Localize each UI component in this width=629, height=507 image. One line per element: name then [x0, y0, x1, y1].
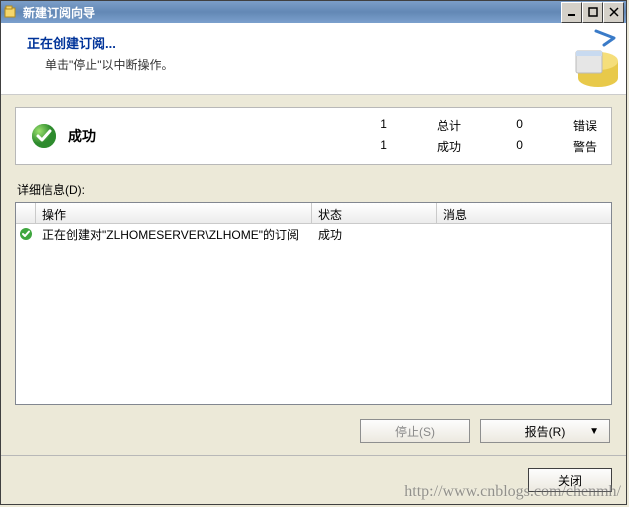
success-icon	[30, 122, 58, 150]
maximize-button[interactable]	[582, 2, 603, 23]
header-graphic-icon	[546, 23, 626, 94]
column-header-status[interactable]: 状态	[312, 203, 437, 223]
dropdown-arrow-icon: ▼	[589, 426, 599, 437]
close-dialog-button[interactable]: 关闭	[528, 468, 612, 492]
wizard-window: 新建订阅向导 正在创建订阅... 单击"停止"以中断操作。	[0, 0, 627, 505]
minimize-button[interactable]	[561, 2, 582, 23]
stat-success-label: 成功	[437, 138, 461, 155]
stat-warning-num: 0	[511, 138, 523, 155]
row-status: 成功	[312, 226, 437, 243]
column-header-message[interactable]: 消息	[437, 203, 611, 223]
details-label: 详细信息(D):	[17, 181, 612, 198]
column-header-icon[interactable]	[16, 203, 36, 223]
row-action: 正在创建对"ZLHOMESERVER\ZLHOME"的订阅	[36, 226, 312, 243]
row-success-icon	[16, 227, 36, 241]
table-body: 正在创建对"ZLHOMESERVER\ZLHOME"的订阅 成功	[16, 224, 611, 404]
action-button-row: 停止(S) 报告(R) ▼	[15, 405, 612, 445]
app-icon	[3, 4, 19, 20]
report-button-label: 报告(R)	[525, 423, 566, 440]
stat-success-num: 1	[375, 138, 387, 155]
column-header-action[interactable]: 操作	[36, 203, 312, 223]
header-subtitle: 单击"停止"以中断操作。	[27, 56, 610, 73]
stat-error-num: 0	[511, 117, 523, 134]
details-table: 操作 状态 消息 正在创建对"ZLHOMESERVER\ZLHOME"的订阅 成…	[15, 202, 612, 405]
summary-status-label: 成功	[68, 126, 365, 146]
window-title: 新建订阅向导	[23, 4, 561, 21]
stop-button-label: 停止(S)	[395, 423, 435, 440]
summary-box: 成功 1 总计 0 错误 1 成功 0 警告	[15, 107, 612, 165]
stat-error-label: 错误	[573, 117, 597, 134]
stat-warning-label: 警告	[573, 138, 597, 155]
wizard-header: 正在创建订阅... 单击"停止"以中断操作。	[1, 23, 626, 95]
titlebar: 新建订阅向导	[1, 1, 626, 23]
header-title: 正在创建订阅...	[27, 33, 610, 52]
stat-total-num: 1	[375, 117, 387, 134]
stat-total-label: 总计	[437, 117, 461, 134]
wizard-body: 成功 1 总计 0 错误 1 成功 0 警告 详细信息(D): 操作 状态 消息	[1, 95, 626, 455]
report-button[interactable]: 报告(R) ▼	[480, 419, 610, 443]
stop-button[interactable]: 停止(S)	[360, 419, 470, 443]
wizard-footer: 关闭	[1, 455, 626, 504]
close-button[interactable]	[603, 2, 624, 23]
close-button-label: 关闭	[558, 472, 582, 489]
table-header: 操作 状态 消息	[16, 203, 611, 224]
table-row[interactable]: 正在创建对"ZLHOMESERVER\ZLHOME"的订阅 成功	[16, 224, 611, 244]
summary-stats: 1 总计 0 错误 1 成功 0 警告	[375, 117, 597, 155]
window-controls	[561, 2, 624, 23]
